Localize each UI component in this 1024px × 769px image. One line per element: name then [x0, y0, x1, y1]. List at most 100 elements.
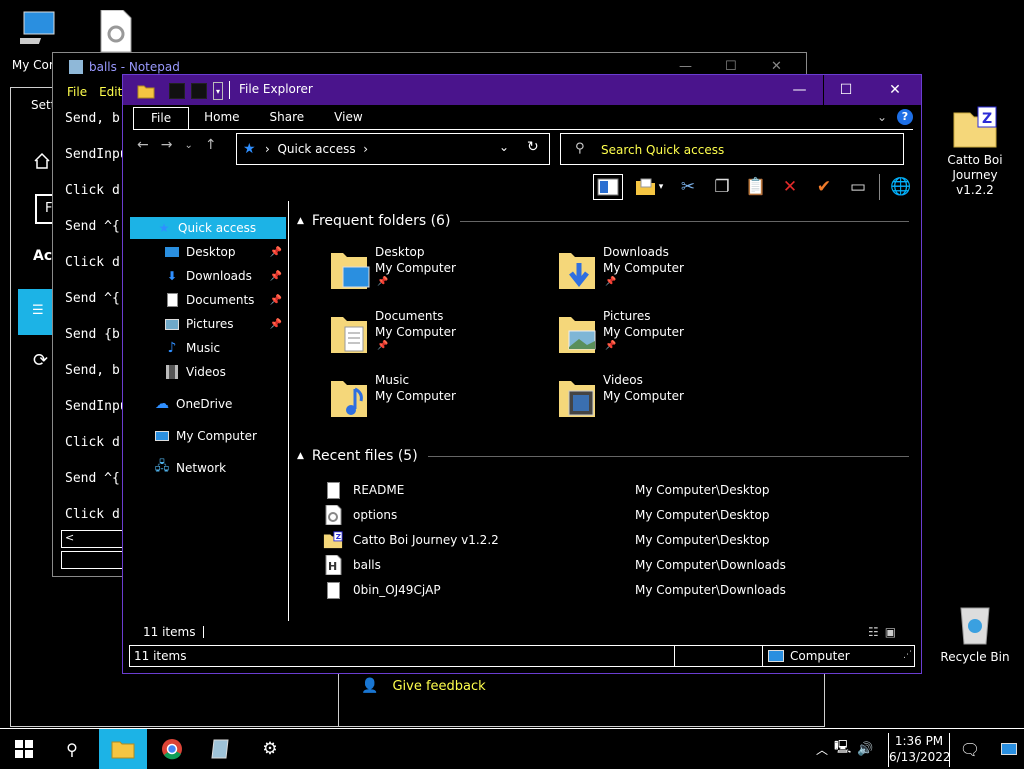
- address-dropdown-icon[interactable]: ⌄: [499, 140, 509, 154]
- recycle-bin-icon: [960, 607, 990, 645]
- desktop-icon-recycle-bin[interactable]: Recycle Bin: [935, 602, 1015, 665]
- command-toolbar: ▾ ✂ ❐ 📋 ✕ ✔ ▭ 🌐: [593, 173, 914, 201]
- show-desktop-button[interactable]: [994, 729, 1024, 769]
- search-box[interactable]: ⚲ Search Quick access: [560, 133, 904, 165]
- list-item[interactable]: Z Catto Boi Journey v1.2.2 My Computer\D…: [323, 529, 903, 551]
- properties-quick-button[interactable]: [169, 83, 185, 99]
- network-globe-button[interactable]: 🌐: [888, 174, 914, 200]
- sidebar-item-music[interactable]: ♪ Music: [130, 337, 286, 359]
- item-count: 11 items: [143, 625, 196, 639]
- notepad-icon: [69, 60, 83, 74]
- taskbar-clock[interactable]: 1:36 PM 6/13/2022: [888, 733, 951, 767]
- back-arrow-icon[interactable]: ←: [137, 137, 149, 153]
- taskbar-notepad[interactable]: [197, 729, 245, 769]
- music-icon: ♪: [167, 340, 177, 356]
- recent-files-header[interactable]: ▲ Recent files (5): [297, 448, 909, 464]
- explorer-title: File Explorer: [239, 82, 313, 96]
- new-folder-quick-button[interactable]: [191, 83, 207, 99]
- new-item-button[interactable]: ▾: [631, 174, 667, 200]
- frequent-folders-header[interactable]: ▲ Frequent folders (6): [297, 213, 909, 229]
- taskbar-file-explorer[interactable]: [99, 729, 147, 769]
- quick-access-star-icon: ★: [243, 141, 256, 157]
- start-button[interactable]: [0, 729, 48, 769]
- notepad-close-button[interactable]: ✕: [771, 59, 782, 74]
- up-arrow-icon[interactable]: ↑: [205, 137, 217, 153]
- list-item[interactable]: H balls My Computer\Downloads: [323, 554, 903, 576]
- desktop-icon-catto-boi[interactable]: Z Catto Boi Journey v1.2.2: [935, 105, 1015, 198]
- paste-button[interactable]: 📋: [743, 174, 769, 200]
- collapse-caret-icon: ▲: [297, 216, 304, 226]
- details-view-icon[interactable]: ☷: [868, 625, 879, 639]
- notepad-menu-edit[interactable]: Edit: [99, 85, 122, 99]
- folder-tile-desktop[interactable]: Desktop My Computer 📌: [329, 245, 549, 303]
- status-divider: [762, 646, 763, 666]
- navigation-pane-divider[interactable]: [288, 201, 289, 621]
- sidebar-item-documents[interactable]: Documents 📌: [130, 289, 286, 311]
- folder-tile-downloads[interactable]: Downloads My Computer 📌: [557, 245, 777, 303]
- folder-name: Music: [375, 373, 410, 387]
- star-icon: ★: [158, 221, 170, 235]
- tab-file[interactable]: File: [133, 107, 190, 129]
- sync-icon[interactable]: ⟳: [33, 350, 48, 371]
- explorer-titlebar: ▾ File Explorer — ☐ ✕: [123, 75, 921, 105]
- delete-button[interactable]: ✕: [777, 174, 803, 200]
- explorer-maximize-button[interactable]: ☐: [823, 75, 868, 105]
- forward-arrow-icon[interactable]: →: [161, 137, 173, 153]
- folder-tile-pictures[interactable]: Pictures My Computer 📌: [557, 309, 777, 367]
- folder-tile-documents[interactable]: Documents My Computer 📌: [329, 309, 549, 367]
- give-feedback-link[interactable]: 👤 Give feedback: [361, 678, 486, 694]
- explorer-minimize-button[interactable]: —: [777, 75, 822, 105]
- recent-locations-chevron-icon[interactable]: ⌄: [184, 140, 192, 151]
- sidebar-item-my-computer[interactable]: My Computer: [130, 425, 286, 447]
- sidebar-item-videos[interactable]: Videos: [130, 361, 286, 383]
- home-icon[interactable]: [33, 152, 51, 170]
- tab-home[interactable]: Home: [189, 107, 254, 129]
- taskbar-settings[interactable]: ⚙: [246, 729, 294, 769]
- sidebar-item-quick-access[interactable]: ★ Quick access: [130, 217, 286, 239]
- folder-tile-music[interactable]: Music My Computer: [329, 373, 549, 431]
- volume-icon[interactable]: 🔊: [857, 742, 873, 757]
- preview-pane-button[interactable]: [593, 174, 623, 200]
- network-status-icon[interactable]: 🖳: [834, 738, 851, 760]
- list-item[interactable]: README My Computer\Desktop: [323, 479, 903, 501]
- sidebar-item-network[interactable]: 🖧 Network: [130, 457, 286, 479]
- pin-icon: 📌: [269, 318, 282, 330]
- list-item[interactable]: 0bin_OJ49CjAP My Computer\Downloads: [323, 579, 903, 601]
- scroll-left-icon[interactable]: <: [65, 531, 74, 544]
- expand-ribbon-icon[interactable]: ⌄: [877, 110, 887, 124]
- address-bar[interactable]: ★ › Quick access › ⌄ ↻: [236, 133, 550, 165]
- notepad-menu-file[interactable]: File: [67, 85, 87, 99]
- properties-button[interactable]: ▭: [845, 174, 871, 200]
- cloud-icon: ☁: [155, 396, 169, 412]
- cut-button[interactable]: ✂: [675, 174, 701, 200]
- customize-toolbar-dropdown[interactable]: ▾: [213, 82, 223, 100]
- copy-button[interactable]: ❐: [709, 174, 735, 200]
- show-hidden-icons-chevron-icon[interactable]: ︿: [816, 741, 828, 758]
- resize-grip-icon[interactable]: ⋰: [903, 650, 912, 660]
- autohotkey-file-icon: H: [323, 555, 343, 575]
- sidebar-item-onedrive[interactable]: ☁ OneDrive: [130, 393, 286, 415]
- tab-view[interactable]: View: [319, 107, 377, 129]
- help-icon[interactable]: ?: [897, 109, 913, 125]
- taskbar-chrome[interactable]: [148, 729, 196, 769]
- tab-share[interactable]: Share: [255, 107, 320, 129]
- explorer-close-button[interactable]: ✕: [869, 75, 921, 105]
- search-button[interactable]: ⚲: [48, 729, 96, 769]
- list-item[interactable]: options My Computer\Desktop: [323, 504, 903, 526]
- notification-center-button[interactable]: 🗨: [952, 729, 988, 769]
- notepad-maximize-button[interactable]: ☐: [725, 59, 737, 74]
- sidebar-item-label: Desktop: [186, 245, 236, 259]
- desktop-icon-settings-file[interactable]: [76, 9, 156, 56]
- rename-button[interactable]: ✔: [811, 174, 837, 200]
- refresh-icon[interactable]: ↻: [527, 139, 539, 155]
- notification-icon: 🗨: [959, 739, 981, 759]
- large-icons-view-icon[interactable]: ▣: [885, 625, 896, 639]
- desktop-folder-icon: [331, 253, 370, 289]
- sidebar-item-downloads[interactable]: ⬇ Downloads 📌: [130, 265, 286, 287]
- address-path[interactable]: › Quick access ›: [265, 142, 368, 156]
- sidebar-item-pictures[interactable]: Pictures 📌: [130, 313, 286, 335]
- sidebar-item-label: Documents: [186, 293, 255, 307]
- sidebar-item-desktop[interactable]: Desktop 📌: [130, 241, 286, 263]
- notepad-minimize-button[interactable]: —: [679, 59, 692, 74]
- folder-tile-videos[interactable]: Videos My Computer: [557, 373, 777, 431]
